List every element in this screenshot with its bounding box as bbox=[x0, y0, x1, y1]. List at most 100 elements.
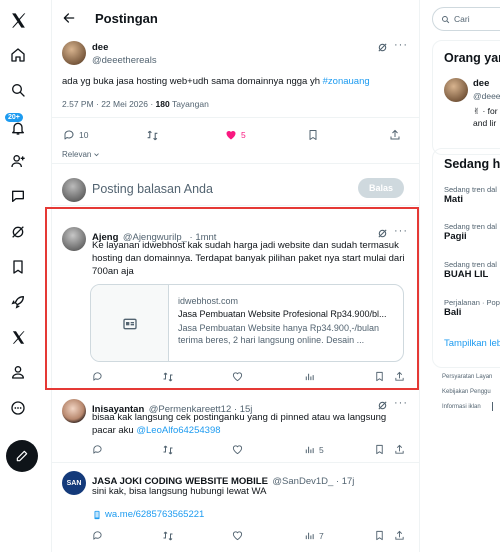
more-icon[interactable] bbox=[8, 398, 28, 418]
like-button[interactable] bbox=[232, 530, 243, 541]
link-card-thumbnail bbox=[91, 285, 169, 361]
trend-name: Pagii bbox=[444, 231, 467, 242]
whatsapp-url[interactable]: wa.me/6285763565221 bbox=[105, 509, 204, 520]
search-icon[interactable] bbox=[8, 80, 28, 100]
share-button[interactable] bbox=[394, 371, 405, 382]
link-card[interactable]: idwebhost.com Jasa Pembuatan Website Pro… bbox=[90, 284, 404, 362]
link-card-domain: idwebhost.com bbox=[178, 296, 239, 306]
post-author-name[interactable]: dee bbox=[92, 42, 108, 53]
repost-icon bbox=[147, 130, 158, 141]
bookmark-button[interactable] bbox=[374, 444, 385, 455]
trend-item[interactable]: Sedang tren dal Pagii bbox=[444, 222, 497, 242]
reply-submit-button[interactable]: Balas bbox=[358, 178, 404, 198]
reply-icon bbox=[93, 445, 102, 454]
reply-text: Ke layanan idwebhost kak sudah harga jad… bbox=[92, 240, 405, 277]
heart-icon bbox=[232, 445, 243, 455]
compose-icon[interactable] bbox=[6, 440, 38, 472]
share-button[interactable] bbox=[394, 444, 405, 455]
like-count: 5 bbox=[241, 130, 246, 140]
bookmark-button[interactable] bbox=[374, 530, 385, 541]
reply-button[interactable] bbox=[92, 371, 103, 382]
sort-relevan-dropdown[interactable]: Relevan bbox=[62, 150, 100, 159]
chevron-down-icon bbox=[94, 153, 100, 157]
repost-button[interactable] bbox=[146, 129, 159, 142]
rocket-icon[interactable] bbox=[8, 292, 28, 312]
suggested-user-handle[interactable]: @deee bbox=[473, 91, 500, 101]
reply-icon bbox=[93, 531, 102, 540]
trends-title: Sedang h bbox=[444, 157, 500, 171]
share-button[interactable] bbox=[389, 129, 401, 141]
avatar[interactable] bbox=[62, 227, 86, 251]
right-column: Cari Orang yan dee @deee ✌︎ · for l and … bbox=[420, 0, 500, 552]
grok-icon[interactable] bbox=[8, 222, 28, 242]
notification-badge: 20+ bbox=[5, 113, 23, 122]
profile-icon[interactable] bbox=[8, 362, 28, 382]
trend-category: Perjalanan · Pop bbox=[444, 298, 500, 307]
suggested-user-name[interactable]: dee bbox=[473, 78, 489, 89]
avatar bbox=[62, 178, 86, 202]
link-card-title: Jasa Pembuatan Website Profesional Rp34.… bbox=[178, 309, 387, 319]
trend-category: Sedang tren dal bbox=[444, 185, 497, 194]
search-input[interactable]: Cari bbox=[432, 7, 500, 31]
mention-link[interactable]: @LeoAlfo64254398 bbox=[136, 425, 220, 436]
trend-name: Mati bbox=[444, 194, 463, 205]
home-icon[interactable] bbox=[8, 45, 28, 65]
hashtag-link[interactable]: #zonauang bbox=[323, 76, 370, 87]
trend-item[interactable]: Sedang tren dal BUAH LIL bbox=[444, 260, 497, 280]
avatar[interactable] bbox=[444, 78, 468, 102]
footer-link-terms[interactable]: Persyaratan Layan bbox=[442, 374, 492, 380]
reply-button[interactable] bbox=[92, 530, 103, 541]
repost-button[interactable] bbox=[162, 530, 174, 542]
avatar[interactable] bbox=[62, 41, 86, 65]
post-author-handle[interactable]: @deeethereals bbox=[92, 55, 157, 66]
repost-icon bbox=[163, 445, 173, 455]
like-button[interactable] bbox=[232, 444, 243, 455]
repost-button[interactable] bbox=[162, 444, 174, 456]
footer-link-ads[interactable]: Informasi iklan bbox=[442, 404, 481, 410]
reply-text: bisaa kak langsung cek postinganku yang … bbox=[92, 411, 412, 437]
views-button[interactable] bbox=[304, 371, 315, 382]
grok-icon[interactable] bbox=[377, 42, 388, 53]
reply-input[interactable]: Posting balasan Anda bbox=[92, 182, 213, 196]
bookmark-icon bbox=[376, 371, 383, 382]
trend-category: Sedang tren dal bbox=[444, 260, 497, 269]
analytics-icon bbox=[305, 446, 314, 454]
main-column: Postingan dee @deeethereals ··· ada yg b… bbox=[45, 0, 419, 552]
premium-x-icon[interactable] bbox=[8, 327, 28, 347]
x-logo-icon[interactable] bbox=[8, 10, 28, 30]
share-button[interactable] bbox=[394, 530, 405, 541]
bookmarks-icon[interactable] bbox=[8, 257, 28, 277]
more-options-icon[interactable]: ··· bbox=[394, 225, 408, 237]
views-button[interactable]: 7 bbox=[304, 530, 324, 541]
bookmark-button[interactable] bbox=[374, 371, 385, 382]
reply-button[interactable] bbox=[92, 444, 103, 455]
bookmark-icon bbox=[376, 444, 383, 455]
footer-link-privacy[interactable]: Kebijakan Penggu bbox=[442, 389, 491, 395]
avatar[interactable]: SAN bbox=[62, 471, 86, 495]
follow-icon[interactable] bbox=[8, 151, 28, 171]
bookmark-button[interactable] bbox=[307, 129, 319, 141]
avatar[interactable] bbox=[62, 399, 86, 423]
reply-button[interactable]: 10 bbox=[63, 129, 88, 141]
repost-button[interactable] bbox=[162, 371, 174, 383]
trend-item[interactable]: Perjalanan · Pop Bali bbox=[444, 298, 500, 318]
suggested-user-bio-2: and lir bbox=[473, 118, 497, 128]
grok-icon[interactable] bbox=[377, 228, 388, 239]
search-placeholder: Cari bbox=[454, 14, 470, 24]
like-button[interactable]: 5 bbox=[225, 129, 246, 141]
messages-icon[interactable] bbox=[8, 186, 28, 206]
reply-icon bbox=[93, 372, 102, 381]
whatsapp-link[interactable]: wa.me/6285763565221 bbox=[92, 509, 204, 520]
post-meta: 2.57 PM · 22 Mei 2026 · 180 Tayangan bbox=[62, 99, 209, 109]
like-button[interactable] bbox=[232, 371, 243, 382]
show-more-link[interactable]: Tampilkan leb bbox=[444, 338, 500, 349]
trend-item[interactable]: Sedang tren dal Mati bbox=[444, 185, 497, 205]
more-options-icon[interactable]: ··· bbox=[394, 397, 408, 409]
analytics-icon bbox=[305, 373, 314, 381]
share-icon bbox=[395, 371, 404, 381]
back-arrow-icon[interactable] bbox=[62, 11, 76, 25]
more-options-icon[interactable]: ··· bbox=[394, 39, 408, 51]
grok-icon[interactable] bbox=[377, 400, 388, 411]
views-button[interactable]: 5 bbox=[304, 444, 324, 455]
repost-icon bbox=[163, 531, 173, 541]
